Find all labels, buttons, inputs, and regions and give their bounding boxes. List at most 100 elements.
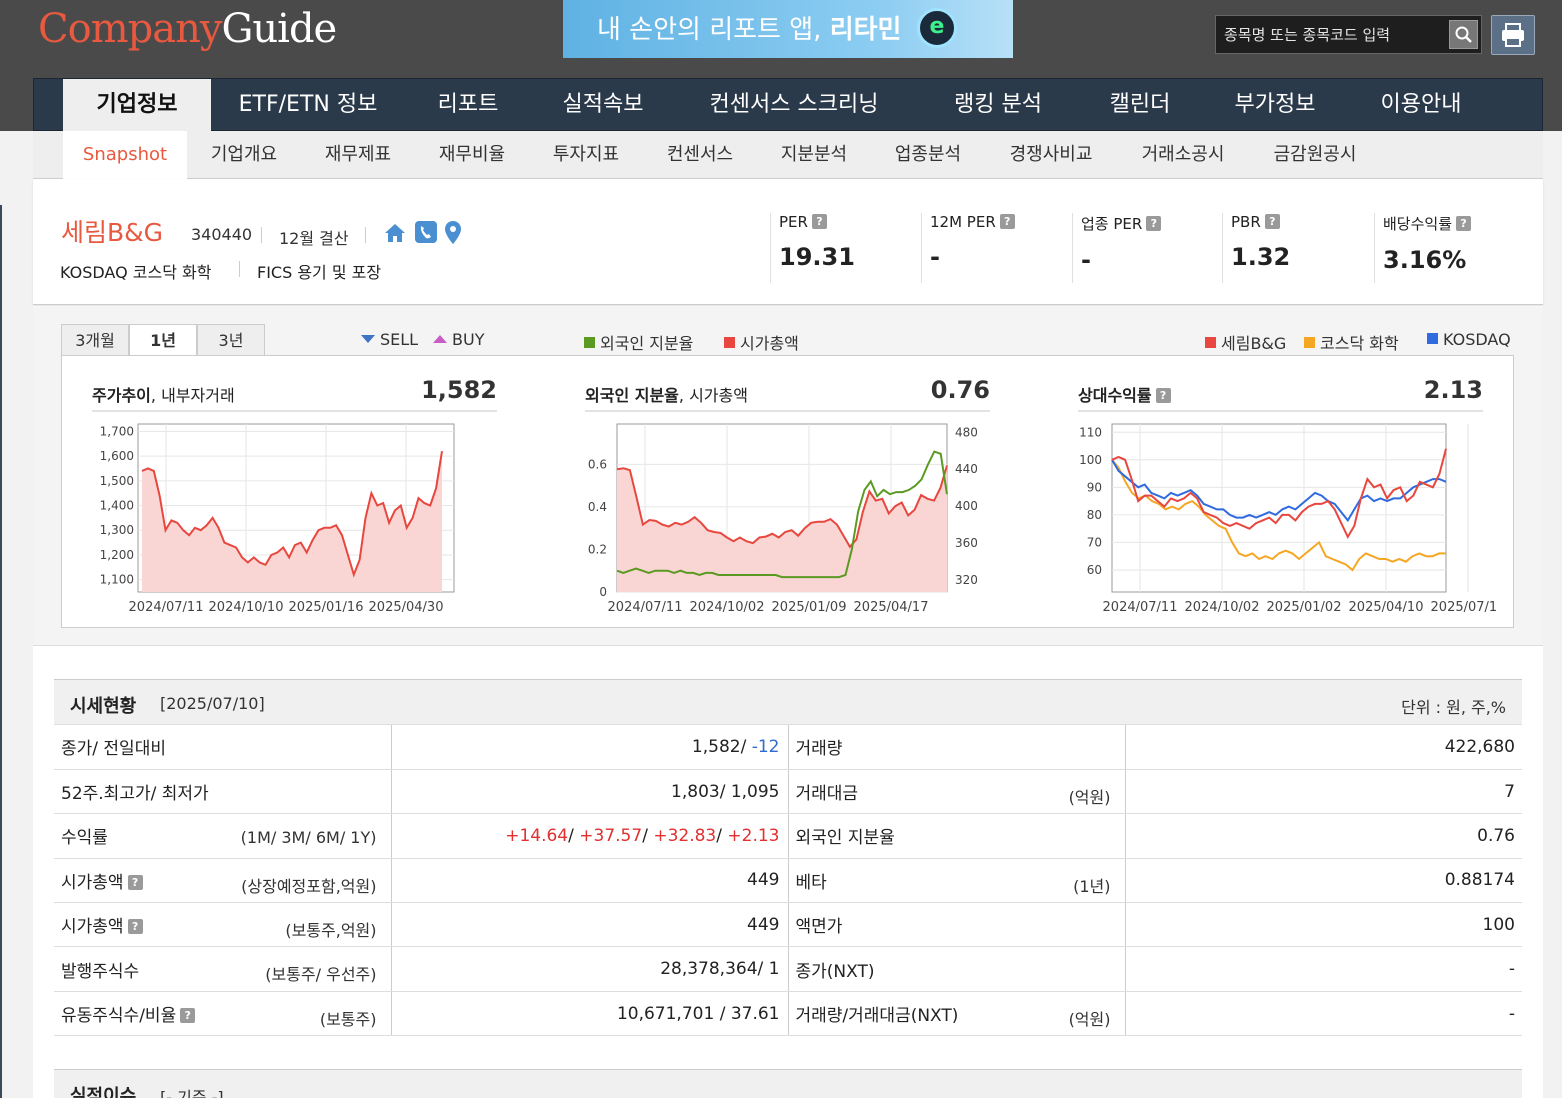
main-tab-consensus-screening[interactable]: 컨센서스 스크리닝: [689, 79, 899, 132]
divider: [261, 227, 262, 243]
search-input[interactable]: [1216, 16, 1448, 53]
section-title: 실적이슈: [70, 1086, 137, 1098]
help-icon[interactable]: ?: [999, 214, 1015, 229]
ratio-label: PBR: [1231, 213, 1261, 231]
x-tick-label: 2025/01/09: [772, 600, 847, 615]
sub-tab-invest-index[interactable]: 투자지표: [540, 131, 632, 179]
main-nav: 기업정보 ETF/ETN 정보 리포트 실적속보 컨센서스 스크리닝 랭킹 분석…: [33, 78, 1543, 132]
ratio-label: 배당수익률: [1383, 215, 1453, 233]
help-icon[interactable]: ?: [1456, 216, 1472, 231]
sub-tab-fss-disclosure[interactable]: 금감원공시: [1260, 131, 1370, 179]
market-sector: KOSDAQ 코스닥 화학: [60, 263, 212, 282]
row-label: 수익률 (1M/ 3M/ 6M/ 1Y): [54, 813, 392, 859]
table-row: 종가/ 전일대비 1,582/ -12 거래량 422,680: [54, 725, 1522, 770]
row-value: 449: [391, 902, 789, 948]
sub-tab-peers[interactable]: 경쟁사비교: [996, 131, 1106, 179]
main-tab-report[interactable]: 리포트: [414, 79, 522, 132]
print-button[interactable]: [1491, 15, 1535, 55]
price-trend-chart: 1,700 1,600 1,500 1,400 1,300 1,200 1,100 2024/…: [100, 423, 455, 615]
row-value: 1,803/ 1,095: [391, 769, 789, 815]
help-icon[interactable]: ?: [180, 1008, 196, 1024]
divider: [1078, 410, 1483, 412]
help-icon[interactable]: ?: [1264, 214, 1280, 229]
sub-tab-ratios[interactable]: 재무비율: [426, 131, 518, 179]
period-tab-1y[interactable]: 1년: [129, 324, 197, 357]
sub-tab-consensus[interactable]: 컨센서스: [654, 131, 746, 179]
snapshot-page: 세림B&G 340440 12월 결산 KOSDAQ 코스닥 화학 FICS 용…: [33, 179, 1543, 1098]
ratio-value: -: [930, 243, 940, 271]
period-tab-3m[interactable]: 3개월: [61, 324, 129, 356]
row-value: 7: [1125, 769, 1522, 815]
y-tick-label-right: 440: [955, 462, 978, 476]
close-change-value: 1,582/ -12: [391, 725, 789, 770]
table-row: 시가총액? (상장예정포함,억원) 449 베타 (1년) 0.88174: [54, 858, 1522, 904]
main-tab-ranking[interactable]: 랭킹 분석: [931, 79, 1065, 132]
home-icon[interactable]: [383, 221, 407, 245]
legend-swatch: [1304, 337, 1315, 348]
ratio-value: 19.31: [779, 243, 855, 271]
sub-tab-ownership[interactable]: 지분분석: [768, 131, 860, 179]
search-button[interactable]: [1449, 20, 1478, 49]
main-tab-guide[interactable]: 이용안내: [1359, 79, 1483, 132]
banner-text: 내 손안의 리포트 앱,: [597, 15, 830, 45]
phone-icon[interactable]: [414, 220, 438, 244]
help-icon[interactable]: ?: [127, 874, 143, 890]
legend-industry: 코스닥 화학: [1304, 330, 1399, 354]
table-row: 발행주식수 (보통주/ 우선주) 28,378,364/ 1 종가(NXT) -: [54, 946, 1522, 992]
main-tab-etf-etn[interactable]: ETF/ETN 정보: [224, 79, 392, 132]
chart2-headline: 0.76: [930, 376, 990, 404]
help-icon[interactable]: ?: [1155, 388, 1171, 403]
ad-banner[interactable]: 내 손안의 리포트 앱, 리타민 e: [563, 0, 1013, 58]
ratio-value: 3.16%: [1383, 246, 1467, 274]
y-tick-label-left: 0: [599, 585, 607, 599]
chart3-title: 상대수익률?: [1078, 382, 1171, 406]
legend-swatch: [1205, 337, 1216, 348]
main-tab-extra[interactable]: 부가정보: [1214, 79, 1336, 132]
buy-marker-icon: [433, 335, 447, 343]
returns-value: +14.64/ +37.57/ +32.83/ +2.13: [391, 813, 789, 859]
companyguide-logo[interactable]: CompanyGuide: [38, 6, 337, 56]
sub-tab-snapshot[interactable]: Snapshot: [63, 131, 187, 179]
legend-stock: 세림B&G: [1205, 330, 1286, 354]
main-tab-company-info[interactable]: 기업정보: [63, 79, 211, 132]
x-tick-label: 2024/10/02: [690, 600, 765, 615]
y-tick-label-right: 320: [955, 573, 978, 587]
relative-return-chart: 110 100 90 80 70 60 2024/07/11 2024/10/02 2025/0…: [1079, 423, 1498, 615]
row-label: 발행주식수 (보통주/ 우선주): [54, 946, 392, 992]
y-tick-label: 100: [1079, 453, 1102, 467]
row-value: -: [1125, 991, 1522, 1037]
row-label: 거래량/거래대금(NXT) (억원): [788, 991, 1126, 1037]
main-tab-earnings[interactable]: 실적속보: [539, 79, 667, 132]
sub-tab-krx-disclosure[interactable]: 거래소공시: [1128, 131, 1238, 179]
chart-section: 3개월 1년 3년 SELL BUY 외국인 지분율 시가총액 세림B&G 코스…: [33, 307, 1543, 646]
x-tick-label: 2025/04/10: [1349, 600, 1424, 615]
as-of-date: [2025/07/10]: [160, 694, 265, 713]
x-tick-label: 2025/01/16: [289, 600, 364, 615]
search-box: [1215, 15, 1482, 54]
row-value: 449: [391, 858, 789, 904]
y-tick-label-right: 400: [955, 499, 978, 513]
company-icons: [383, 220, 463, 248]
sell-marker-icon: [361, 335, 375, 343]
sub-tab-financials[interactable]: 재무제표: [312, 131, 404, 179]
y-tick-label: 1,500: [100, 474, 134, 488]
y-tick-label: 1,100: [100, 573, 134, 587]
row-value: 0.76: [1125, 813, 1522, 859]
help-icon[interactable]: ?: [127, 919, 143, 935]
help-icon[interactable]: ?: [1146, 216, 1162, 231]
unit-note: 단위 : 원, 주,%: [1401, 698, 1506, 717]
chart1-headline: 1,582: [421, 376, 497, 404]
sub-tab-industry[interactable]: 업종분석: [882, 131, 974, 179]
row-label: 시가총액? (보통주,억원): [54, 902, 392, 948]
y-tick-label: 1,300: [100, 523, 134, 537]
earnings-issue-header: 실적이슈 [- 기준 -]: [54, 1069, 1522, 1098]
period-tab-3y[interactable]: 3년: [197, 324, 265, 356]
table-row: 시가총액? (보통주,억원) 449 액면가 100: [54, 902, 1522, 948]
sub-tab-overview[interactable]: 기업개요: [198, 131, 290, 179]
legend-swatch: [724, 337, 735, 348]
help-icon[interactable]: ?: [811, 214, 827, 229]
ratio-12m-per: 12M PER? -: [921, 213, 1071, 283]
map-pin-icon[interactable]: [444, 220, 462, 246]
y-tick-label-right: 480: [955, 425, 978, 439]
main-tab-calendar[interactable]: 캘린더: [1090, 79, 1190, 132]
